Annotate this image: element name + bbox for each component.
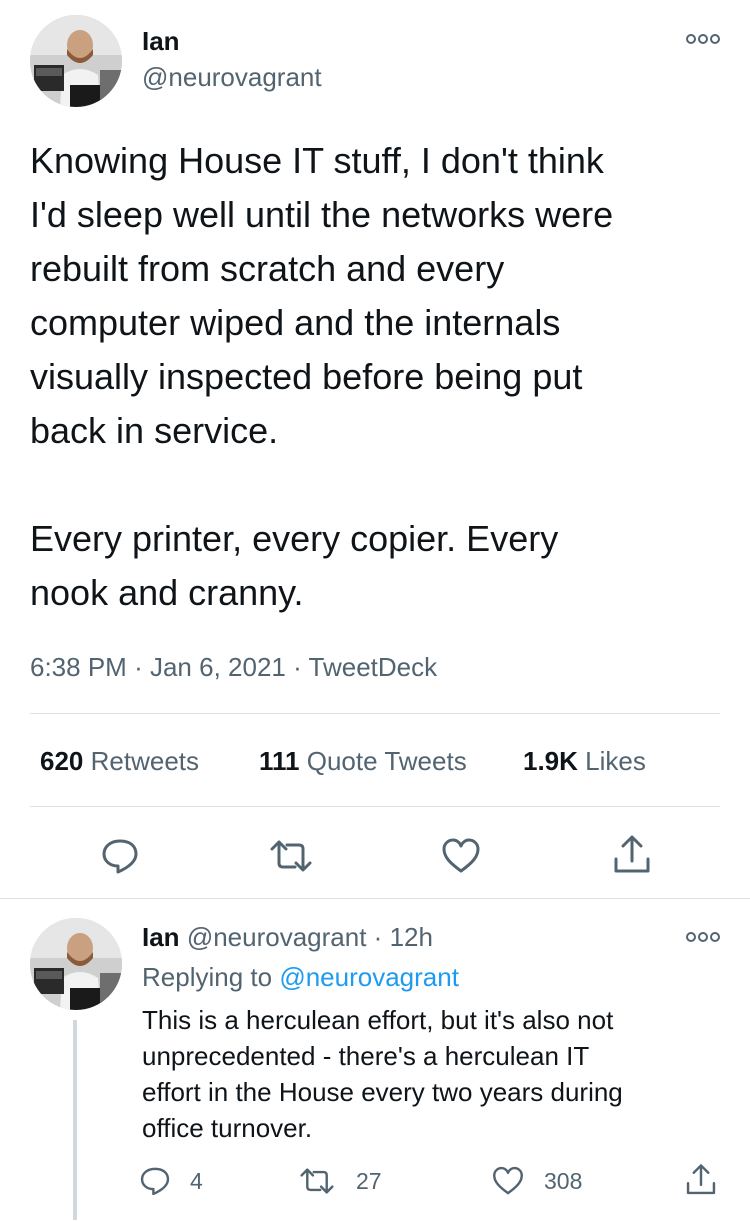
thread-line bbox=[73, 1020, 77, 1220]
reply-retweet-button[interactable]: 27 bbox=[298, 1162, 382, 1200]
meta-separator: · bbox=[134, 652, 143, 682]
likes-stat[interactable]: 1.9K Likes bbox=[523, 746, 646, 777]
like-icon bbox=[442, 838, 480, 873]
retweet-icon bbox=[300, 1168, 334, 1194]
divider bbox=[30, 713, 720, 714]
section-divider bbox=[0, 898, 750, 899]
quotes-label: Quote Tweets bbox=[306, 746, 467, 776]
likes-label: Likes bbox=[585, 746, 646, 776]
quotes-count: 111 bbox=[259, 746, 300, 776]
reply-avatar[interactable] bbox=[30, 918, 122, 1010]
tweet-time[interactable]: 6:38 PM bbox=[30, 652, 127, 682]
reply-header: Ian @neurovagrant · 12h bbox=[142, 922, 433, 953]
retweets-stat[interactable]: 620 Retweets bbox=[40, 746, 199, 776]
reply-more-icon[interactable] bbox=[686, 930, 720, 944]
author-handle[interactable]: @neurovagrant bbox=[142, 62, 322, 93]
reply-button[interactable] bbox=[96, 832, 144, 880]
tweet-text: Knowing House IT stuff, I don't think I'… bbox=[30, 140, 614, 613]
replying-prefix: Replying to bbox=[142, 962, 273, 992]
replying-to: Replying to @neurovagrant bbox=[142, 962, 459, 993]
reply-reply-button[interactable]: 4 bbox=[138, 1162, 203, 1200]
quotes-stat[interactable]: 111 Quote Tweets bbox=[259, 746, 467, 777]
reply-author-handle[interactable]: @neurovagrant bbox=[187, 922, 367, 952]
retweets-label: Retweets bbox=[90, 746, 200, 776]
reply-share-button[interactable] bbox=[684, 1160, 718, 1200]
reply-icon bbox=[140, 1167, 170, 1196]
divider bbox=[30, 806, 720, 807]
reply-icon bbox=[102, 839, 138, 874]
retweet-button[interactable] bbox=[265, 832, 317, 880]
tweet-meta: 6:38 PM · Jan 6, 2021 · TweetDeck bbox=[30, 652, 437, 683]
author-name[interactable]: Ian bbox=[142, 26, 180, 57]
reply-text: This is a herculean effort, but it's als… bbox=[142, 1005, 623, 1143]
retweet-icon bbox=[270, 840, 312, 872]
reply-age[interactable]: 12h bbox=[390, 922, 433, 952]
share-icon bbox=[614, 835, 650, 873]
share-button[interactable] bbox=[608, 830, 656, 880]
tweet-source[interactable]: TweetDeck bbox=[309, 652, 438, 682]
like-count: 308 bbox=[544, 1167, 583, 1194]
more-icon[interactable] bbox=[686, 32, 720, 46]
reply-author-name[interactable]: Ian bbox=[142, 922, 180, 952]
likes-count: 1.9K bbox=[523, 746, 578, 776]
share-icon bbox=[686, 1164, 716, 1195]
retweet-count: 27 bbox=[356, 1167, 382, 1194]
meta-separator: · bbox=[293, 652, 302, 682]
reply-like-button[interactable]: 308 bbox=[490, 1162, 582, 1200]
retweets-count: 620 bbox=[40, 746, 84, 776]
reply-count: 4 bbox=[190, 1167, 203, 1194]
replying-to-link[interactable]: @neurovagrant bbox=[279, 962, 459, 992]
stats-row: 620 Retweets bbox=[40, 746, 199, 777]
tweet-date[interactable]: Jan 6, 2021 bbox=[150, 652, 286, 682]
avatar[interactable] bbox=[30, 15, 122, 107]
like-button[interactable] bbox=[437, 832, 485, 880]
reply-separator: · bbox=[373, 922, 383, 952]
like-icon bbox=[493, 1166, 523, 1195]
